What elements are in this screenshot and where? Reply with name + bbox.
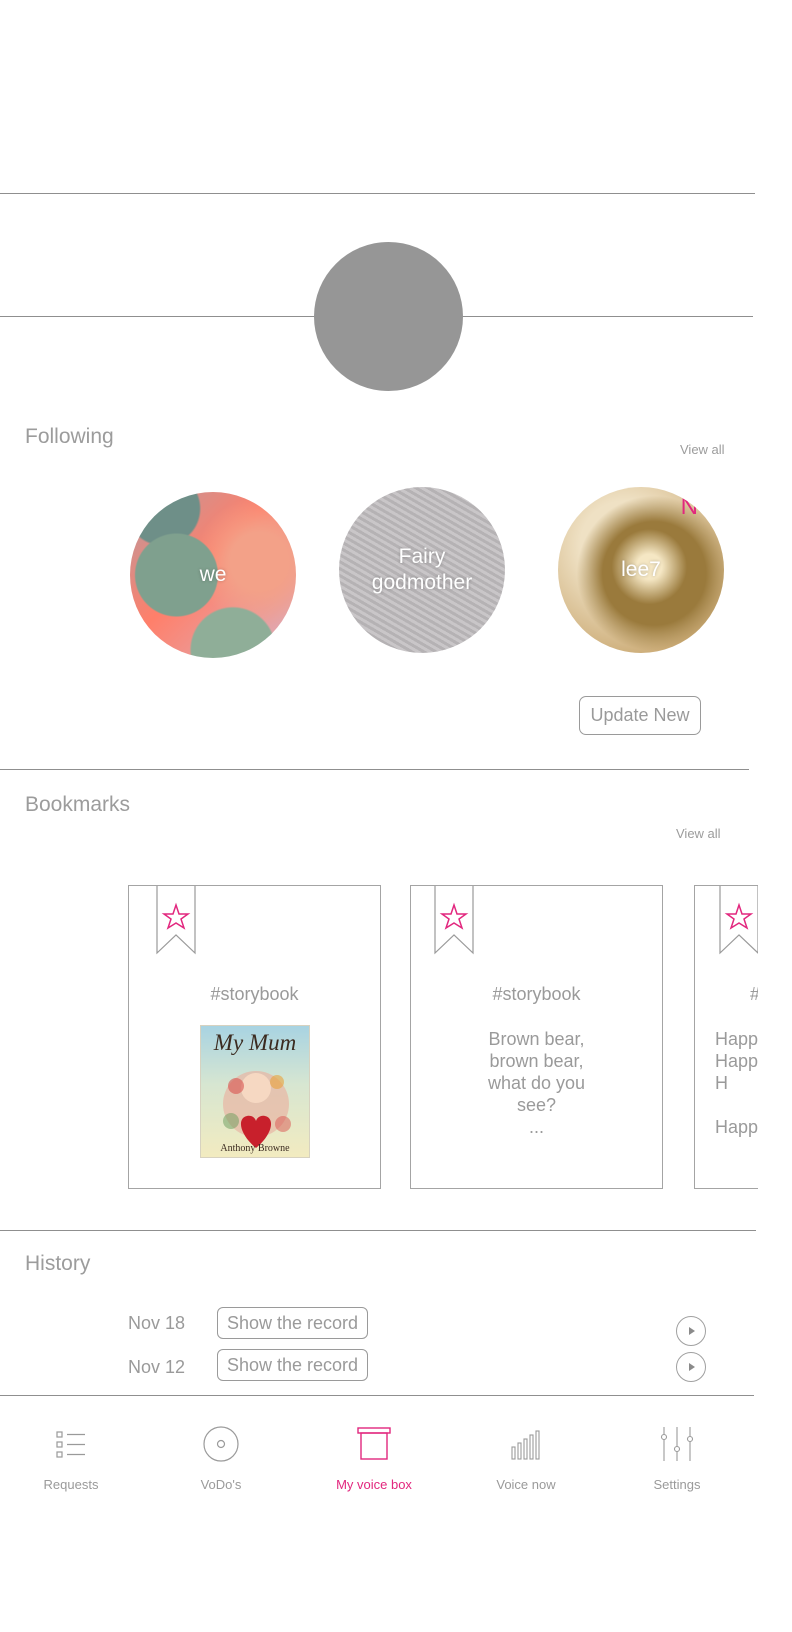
bookmark-card[interactable]: # Happ Happ H Happ [694, 885, 758, 1189]
nav-label: Settings [653, 1477, 701, 1492]
nav-item-voice-now[interactable]: Voice now [466, 1425, 586, 1497]
bookmark-text: Brown bear, brown bear, what do you see?… [487, 1029, 586, 1137]
book-cover-image: My Mum Anthony Browne [200, 1025, 310, 1158]
box-icon [357, 1427, 391, 1460]
bars-icon [511, 1430, 540, 1460]
show-record-button[interactable]: Show the record [217, 1349, 368, 1381]
star-icon [161, 902, 191, 930]
star-icon [439, 902, 469, 930]
book-cover-author: Anthony Browne [220, 1143, 290, 1154]
bookmark-tag: #storybook [210, 984, 299, 1004]
bookmarks-view-all-link[interactable]: View all [676, 826, 721, 841]
nav-label: Requests [43, 1477, 99, 1492]
book-cover-illustration [223, 1071, 291, 1148]
show-record-button[interactable]: Show the record [217, 1307, 368, 1339]
following-item-lee7[interactable]: lee7 N [558, 487, 724, 653]
sliders-icon [660, 1427, 694, 1461]
nav-label: VoDo's [200, 1477, 242, 1492]
list-icon [56, 1431, 85, 1458]
bookmark-ribbon-icon [434, 886, 474, 955]
following-item-name: lee7 [621, 558, 661, 581]
nav-label: Voice now [496, 1477, 556, 1492]
nav-item-vodos[interactable]: VoDo's [161, 1425, 281, 1497]
nav-label: My voice box [336, 1477, 412, 1492]
new-badge: N [680, 493, 698, 520]
play-button[interactable] [676, 1352, 706, 1382]
play-button[interactable] [676, 1316, 706, 1346]
following-item-we[interactable]: we [130, 492, 296, 658]
bookmark-ribbon-icon [156, 886, 196, 955]
following-item-name: Fairy godmother [371, 545, 473, 594]
bookmarks-title: Bookmarks [25, 793, 131, 816]
bookmark-tag: #storybook [492, 984, 581, 1004]
header-divider-top [0, 193, 755, 194]
bookmarks-divider [0, 1230, 756, 1231]
bookmark-tag: # [750, 984, 758, 1005]
bookmark-ribbon-icon [719, 886, 758, 955]
history-title: History [25, 1252, 91, 1275]
following-divider [0, 769, 749, 770]
bottom-nav-divider [0, 1395, 754, 1396]
bookmark-text: Happ Happ H Happ [715, 1029, 758, 1137]
profile-avatar[interactable] [314, 242, 463, 391]
history-date: Nov 12 [128, 1357, 186, 1377]
star-icon [724, 902, 754, 930]
bookmark-card[interactable]: #storybook My Mum Anthony Browne [128, 885, 381, 1189]
following-item-fairy-godmother[interactable]: Fairy godmother [339, 487, 505, 653]
nav-item-requests[interactable]: Requests [11, 1425, 131, 1497]
history-date: Nov 18 [128, 1313, 186, 1333]
following-title: Following [25, 425, 114, 448]
update-new-button[interactable]: Update New [579, 696, 701, 735]
following-item-name: we [199, 563, 227, 586]
nav-item-my-voice-box[interactable]: My voice box [314, 1425, 434, 1497]
disc-icon [203, 1426, 239, 1462]
bookmark-card[interactable]: #storybook Brown bear, brown bear, what … [410, 885, 663, 1189]
following-view-all-link[interactable]: View all [680, 442, 725, 457]
nav-item-settings[interactable]: Settings [617, 1425, 737, 1497]
